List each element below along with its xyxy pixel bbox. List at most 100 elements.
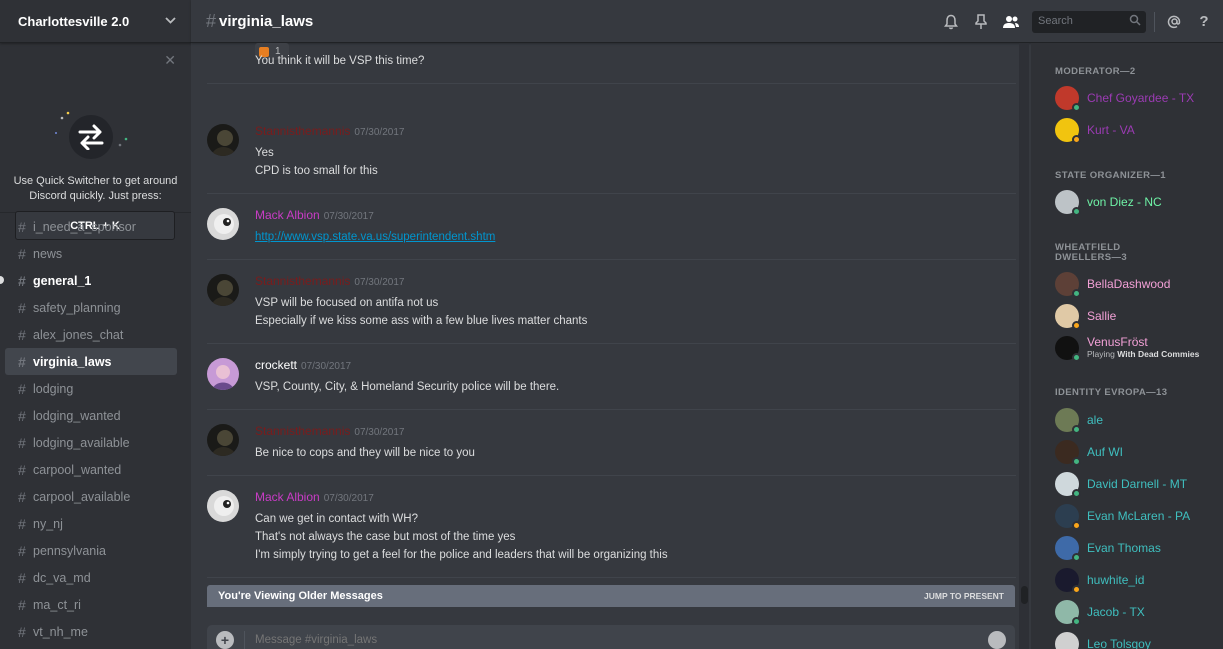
member-item[interactable]: Chef Goyardee - TX — [1055, 85, 1195, 112]
message-scrollbar[interactable] — [1019, 43, 1029, 649]
emoji-icon[interactable] — [988, 631, 1006, 649]
timestamp: 07/30/2017 — [354, 127, 405, 138]
channel-item[interactable]: # carpool_available — [5, 483, 177, 510]
avatar[interactable] — [1055, 190, 1081, 216]
member-name: Sallie — [1087, 309, 1117, 323]
member-text: Jacob - TX — [1087, 606, 1145, 618]
member-item[interactable]: Auf WI — [1055, 439, 1123, 466]
member-item[interactable]: ale — [1055, 407, 1103, 434]
username[interactable]: Stannisthemannis — [255, 124, 350, 138]
timestamp: 07/30/2017 — [323, 493, 374, 504]
mention-icon[interactable] — [1159, 7, 1189, 37]
avatar[interactable] — [1055, 632, 1079, 649]
member-name: Chef Goyardee - TX — [1087, 91, 1195, 105]
avatar[interactable] — [1055, 472, 1081, 498]
username[interactable]: Stannisthemannis — [255, 274, 350, 288]
avatar[interactable] — [1055, 440, 1081, 466]
close-icon[interactable]: ✕ — [164, 52, 176, 69]
avatar[interactable] — [207, 490, 239, 522]
member-item[interactable]: Evan Thomas — [1055, 535, 1161, 562]
avatar[interactable] — [207, 358, 239, 390]
search-input[interactable]: Search — [1032, 10, 1146, 33]
members-icon[interactable] — [996, 7, 1026, 37]
message-text: You think it will be VSP this time? — [255, 55, 425, 67]
hash-icon: # — [18, 218, 26, 235]
member-item[interactable]: David Darnell - MT — [1055, 471, 1188, 498]
message-header: crockett 07/30/2017 — [255, 358, 351, 372]
username[interactable]: crockett — [255, 358, 297, 372]
member-text: huwhite_id — [1087, 574, 1144, 586]
member-item[interactable]: VenusFröst Playing With Dead Commies — [1055, 335, 1200, 362]
member-item[interactable]: Kurt - VA — [1055, 117, 1135, 144]
server-header[interactable]: Charlottesville 2.0 — [0, 0, 191, 43]
channel-item[interactable]: # alex_jones_chat — [5, 321, 177, 348]
avatar[interactable] — [1055, 86, 1081, 112]
avatar[interactable] — [1055, 304, 1081, 330]
username[interactable]: Mack Albion — [255, 208, 320, 222]
avatar[interactable] — [1055, 568, 1081, 594]
member-text: Kurt - VA — [1087, 124, 1135, 136]
channel-item[interactable]: # general_1 — [0, 267, 177, 294]
help-icon[interactable]: ? — [1189, 7, 1219, 37]
avatar[interactable] — [1055, 600, 1081, 626]
channel-item[interactable]: # lodging_available — [5, 429, 177, 456]
avatar[interactable] — [1055, 272, 1081, 298]
channel-item[interactable]: # dc_va_md — [5, 564, 177, 591]
message-header: Stannisthemannis 07/30/2017 — [255, 424, 404, 438]
channel-item[interactable]: # lodging_wanted — [5, 402, 177, 429]
avatar[interactable] — [207, 424, 239, 456]
channel-item[interactable]: # pennsylvania — [5, 537, 177, 564]
channel-name: virginia_laws — [219, 12, 314, 30]
avatar[interactable] — [207, 208, 239, 240]
member-item[interactable]: Sallie — [1055, 303, 1117, 330]
jump-to-present-button[interactable]: JUMP TO PRESENT — [924, 591, 1004, 601]
channel-item[interactable]: # carpool_wanted — [5, 456, 177, 483]
channel-label: ny_nj — [33, 516, 63, 531]
avatar[interactable] — [1055, 408, 1081, 434]
member-item[interactable]: von Diez - NC — [1055, 189, 1162, 216]
member-text: Auf WI — [1087, 446, 1123, 458]
avatar[interactable] — [1055, 118, 1081, 144]
member-name: David Darnell - MT — [1087, 477, 1188, 491]
member-item[interactable]: huwhite_id — [1055, 567, 1144, 594]
status-indicator — [1072, 489, 1081, 498]
pin-icon[interactable] — [966, 7, 996, 37]
channel-label: ma_ct_ri — [33, 597, 81, 612]
channel-item[interactable]: # news — [5, 240, 177, 267]
member-item[interactable]: BellaDashwood — [1055, 271, 1170, 298]
member-item[interactable]: Leo Tolsgoy — [1055, 631, 1151, 649]
channel-item[interactable]: # safety_planning — [5, 294, 177, 321]
bell-icon[interactable] — [936, 7, 966, 37]
avatar[interactable] — [1055, 536, 1081, 562]
username[interactable]: Stannisthemannis — [255, 424, 350, 438]
member-name: Kurt - VA — [1087, 123, 1135, 137]
avatar[interactable] — [207, 274, 239, 306]
message-link[interactable]: http://www.vsp.state.va.us/superintenden… — [255, 231, 495, 243]
channel-item[interactable]: # ny_nj — [5, 510, 177, 537]
message-group: Stannisthemannis 07/30/2017 VSP will be fo… — [207, 260, 1016, 344]
avatar[interactable] — [207, 124, 239, 156]
message-header: Stannisthemannis 07/30/2017 — [255, 124, 404, 138]
member-item[interactable]: Jacob - TX — [1055, 599, 1145, 626]
channel-item[interactable]: # i_need_a_sponsor — [5, 213, 177, 240]
avatar[interactable] — [1055, 504, 1081, 530]
username[interactable]: Mack Albion — [255, 490, 320, 504]
scrollbar-thumb[interactable] — [1021, 586, 1028, 604]
message-text: VSP, County, City, & Homeland Security p… — [255, 381, 560, 393]
channel-item[interactable]: # virginia_laws — [5, 348, 177, 375]
message-text: VSP will be focused on antifa not us — [255, 297, 439, 309]
hash-icon: # — [18, 434, 26, 451]
member-item[interactable]: Evan McLaren - PA — [1055, 503, 1190, 530]
activity-name: With Dead Commies — [1117, 349, 1200, 359]
channel-item[interactable]: # vt_nh_me — [5, 618, 177, 645]
upload-plus-icon[interactable]: + — [216, 631, 234, 649]
message-text: Can we get in contact with WH? — [255, 513, 418, 525]
channel-item[interactable]: # ma_ct_ri — [5, 591, 177, 618]
channel-item[interactable]: # lodging — [5, 375, 177, 402]
message-input[interactable] — [255, 634, 988, 646]
avatar[interactable] — [1055, 336, 1081, 362]
chevron-down-icon[interactable] — [165, 15, 176, 27]
status-indicator — [1072, 585, 1081, 594]
status-indicator — [1072, 617, 1081, 626]
member-name: Evan Thomas — [1087, 541, 1161, 555]
